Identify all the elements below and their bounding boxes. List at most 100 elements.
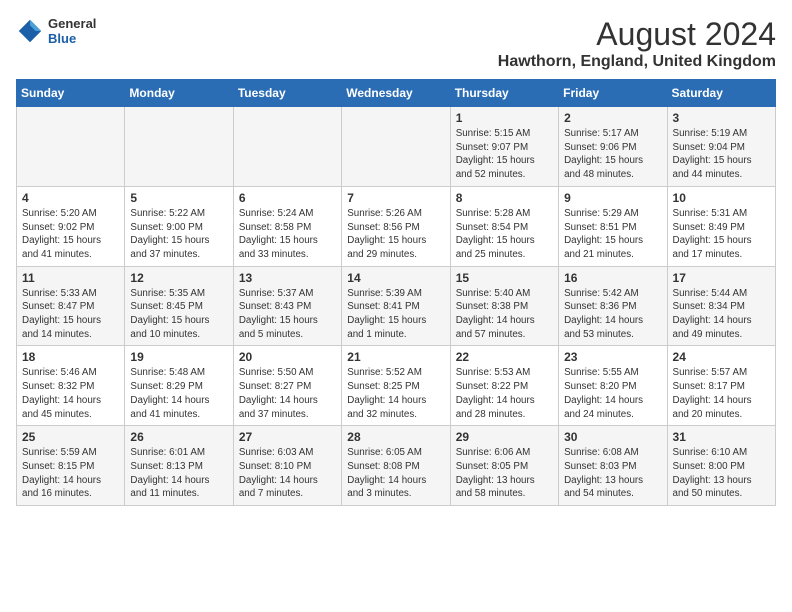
logo: General Blue bbox=[16, 16, 96, 46]
day-info: Sunrise: 6:08 AM Sunset: 8:03 PM Dayligh… bbox=[564, 446, 661, 501]
day-info: Sunrise: 5:35 AM Sunset: 8:45 PM Dayligh… bbox=[130, 287, 227, 342]
calendar-cell: 2 Sunrise: 5:17 AM Sunset: 9:06 PM Daylig… bbox=[559, 107, 667, 187]
day-number: 26 bbox=[130, 430, 227, 444]
day-number: 14 bbox=[347, 271, 444, 285]
calendar-week-3: 11 Sunrise: 5:33 AM Sunset: 8:47 PM Dayli… bbox=[17, 266, 776, 346]
day-number: 13 bbox=[239, 271, 336, 285]
calendar-cell: 17 Sunrise: 5:44 AM Sunset: 8:34 PM Dayli… bbox=[667, 266, 775, 346]
page-header: General Blue August 2024 Hawthorn, Engla… bbox=[16, 16, 776, 71]
day-info: Sunrise: 5:42 AM Sunset: 8:36 PM Dayligh… bbox=[564, 287, 661, 342]
calendar-cell: 1 Sunrise: 5:15 AM Sunset: 9:07 PM Daylig… bbox=[450, 107, 558, 187]
calendar-cell: 10 Sunrise: 5:31 AM Sunset: 8:49 PM Dayli… bbox=[667, 186, 775, 266]
calendar-cell: 6 Sunrise: 5:24 AM Sunset: 8:58 PM Daylig… bbox=[233, 186, 341, 266]
calendar-cell: 5 Sunrise: 5:22 AM Sunset: 9:00 PM Daylig… bbox=[125, 186, 233, 266]
day-info: Sunrise: 5:37 AM Sunset: 8:43 PM Dayligh… bbox=[239, 287, 336, 342]
day-info: Sunrise: 5:17 AM Sunset: 9:06 PM Dayligh… bbox=[564, 127, 661, 182]
day-number: 18 bbox=[22, 350, 119, 364]
calendar-cell: 8 Sunrise: 5:28 AM Sunset: 8:54 PM Daylig… bbox=[450, 186, 558, 266]
logo-general-text: General bbox=[48, 16, 96, 31]
day-info: Sunrise: 5:48 AM Sunset: 8:29 PM Dayligh… bbox=[130, 366, 227, 421]
calendar-cell bbox=[125, 107, 233, 187]
header-cell-tuesday: Tuesday bbox=[233, 80, 341, 107]
calendar-cell: 30 Sunrise: 6:08 AM Sunset: 8:03 PM Dayli… bbox=[559, 426, 667, 506]
day-number: 2 bbox=[564, 111, 661, 125]
calendar-cell: 3 Sunrise: 5:19 AM Sunset: 9:04 PM Daylig… bbox=[667, 107, 775, 187]
calendar-week-5: 25Sunrise: 5:59 AM Sunset: 8:15 PM Dayli… bbox=[17, 426, 776, 506]
day-number: 11 bbox=[22, 271, 119, 285]
day-number: 22 bbox=[456, 350, 553, 364]
calendar-week-1: 1 Sunrise: 5:15 AM Sunset: 9:07 PM Daylig… bbox=[17, 107, 776, 187]
day-number: 29 bbox=[456, 430, 553, 444]
day-info: Sunrise: 5:20 AM Sunset: 9:02 PM Dayligh… bbox=[22, 207, 119, 262]
day-info: Sunrise: 5:57 AM Sunset: 8:17 PM Dayligh… bbox=[673, 366, 770, 421]
calendar-cell: 20 Sunrise: 5:50 AM Sunset: 8:27 PM Dayli… bbox=[233, 346, 341, 426]
header-row: SundayMondayTuesdayWednesdayThursdayFrid… bbox=[17, 80, 776, 107]
day-number: 12 bbox=[130, 271, 227, 285]
day-info: Sunrise: 5:19 AM Sunset: 9:04 PM Dayligh… bbox=[673, 127, 770, 182]
day-info: Sunrise: 6:05 AM Sunset: 8:08 PM Dayligh… bbox=[347, 446, 444, 501]
calendar-cell: 14Sunrise: 5:39 AM Sunset: 8:41 PM Dayli… bbox=[342, 266, 450, 346]
day-info: Sunrise: 5:46 AM Sunset: 8:32 PM Dayligh… bbox=[22, 366, 119, 421]
day-info: Sunrise: 5:24 AM Sunset: 8:58 PM Dayligh… bbox=[239, 207, 336, 262]
day-number: 16 bbox=[564, 271, 661, 285]
main-title: August 2024 bbox=[498, 16, 776, 53]
day-number: 1 bbox=[456, 111, 553, 125]
calendar-header: SundayMondayTuesdayWednesdayThursdayFrid… bbox=[17, 80, 776, 107]
day-info: Sunrise: 5:15 AM Sunset: 9:07 PM Dayligh… bbox=[456, 127, 553, 182]
calendar-cell: 26Sunrise: 6:01 AM Sunset: 8:13 PM Dayli… bbox=[125, 426, 233, 506]
calendar-cell: 19 Sunrise: 5:48 AM Sunset: 8:29 PM Dayli… bbox=[125, 346, 233, 426]
day-info: Sunrise: 5:44 AM Sunset: 8:34 PM Dayligh… bbox=[673, 287, 770, 342]
day-number: 5 bbox=[130, 191, 227, 205]
day-number: 20 bbox=[239, 350, 336, 364]
calendar-cell: 4Sunrise: 5:20 AM Sunset: 9:02 PM Daylig… bbox=[17, 186, 125, 266]
calendar-cell: 24 Sunrise: 5:57 AM Sunset: 8:17 PM Dayli… bbox=[667, 346, 775, 426]
calendar-cell: 16 Sunrise: 5:42 AM Sunset: 8:36 PM Dayli… bbox=[559, 266, 667, 346]
calendar-cell: 27Sunrise: 6:03 AM Sunset: 8:10 PM Dayli… bbox=[233, 426, 341, 506]
day-info: Sunrise: 5:29 AM Sunset: 8:51 PM Dayligh… bbox=[564, 207, 661, 262]
header-cell-saturday: Saturday bbox=[667, 80, 775, 107]
calendar-cell: 23Sunrise: 5:55 AM Sunset: 8:20 PM Dayli… bbox=[559, 346, 667, 426]
day-info: Sunrise: 5:22 AM Sunset: 9:00 PM Dayligh… bbox=[130, 207, 227, 262]
day-number: 15 bbox=[456, 271, 553, 285]
header-cell-sunday: Sunday bbox=[17, 80, 125, 107]
header-cell-wednesday: Wednesday bbox=[342, 80, 450, 107]
logo-icon bbox=[16, 17, 44, 45]
calendar-cell: 28Sunrise: 6:05 AM Sunset: 8:08 PM Dayli… bbox=[342, 426, 450, 506]
day-number: 19 bbox=[130, 350, 227, 364]
day-info: Sunrise: 6:10 AM Sunset: 8:00 PM Dayligh… bbox=[673, 446, 770, 501]
day-number: 3 bbox=[673, 111, 770, 125]
day-info: Sunrise: 5:31 AM Sunset: 8:49 PM Dayligh… bbox=[673, 207, 770, 262]
day-number: 6 bbox=[239, 191, 336, 205]
logo-blue-text: Blue bbox=[48, 31, 96, 46]
day-number: 24 bbox=[673, 350, 770, 364]
day-info: Sunrise: 6:06 AM Sunset: 8:05 PM Dayligh… bbox=[456, 446, 553, 501]
day-number: 30 bbox=[564, 430, 661, 444]
calendar-cell: 31 Sunrise: 6:10 AM Sunset: 8:00 PM Dayli… bbox=[667, 426, 775, 506]
day-info: Sunrise: 5:50 AM Sunset: 8:27 PM Dayligh… bbox=[239, 366, 336, 421]
day-info: Sunrise: 5:26 AM Sunset: 8:56 PM Dayligh… bbox=[347, 207, 444, 262]
calendar-cell: 15Sunrise: 5:40 AM Sunset: 8:38 PM Dayli… bbox=[450, 266, 558, 346]
day-info: Sunrise: 6:03 AM Sunset: 8:10 PM Dayligh… bbox=[239, 446, 336, 501]
day-number: 25 bbox=[22, 430, 119, 444]
calendar-cell: 25Sunrise: 5:59 AM Sunset: 8:15 PM Dayli… bbox=[17, 426, 125, 506]
calendar-week-4: 18 Sunrise: 5:46 AM Sunset: 8:32 PM Dayli… bbox=[17, 346, 776, 426]
day-info: Sunrise: 5:33 AM Sunset: 8:47 PM Dayligh… bbox=[22, 287, 119, 342]
day-info: Sunrise: 5:52 AM Sunset: 8:25 PM Dayligh… bbox=[347, 366, 444, 421]
header-cell-thursday: Thursday bbox=[450, 80, 558, 107]
calendar-cell bbox=[233, 107, 341, 187]
calendar-cell: 22 Sunrise: 5:53 AM Sunset: 8:22 PM Dayli… bbox=[450, 346, 558, 426]
calendar-cell: 9Sunrise: 5:29 AM Sunset: 8:51 PM Daylig… bbox=[559, 186, 667, 266]
calendar-cell: 7Sunrise: 5:26 AM Sunset: 8:56 PM Daylig… bbox=[342, 186, 450, 266]
header-cell-friday: Friday bbox=[559, 80, 667, 107]
day-number: 8 bbox=[456, 191, 553, 205]
day-info: Sunrise: 5:28 AM Sunset: 8:54 PM Dayligh… bbox=[456, 207, 553, 262]
day-info: Sunrise: 5:55 AM Sunset: 8:20 PM Dayligh… bbox=[564, 366, 661, 421]
calendar-cell bbox=[342, 107, 450, 187]
day-info: Sunrise: 5:53 AM Sunset: 8:22 PM Dayligh… bbox=[456, 366, 553, 421]
day-number: 10 bbox=[673, 191, 770, 205]
calendar-body: 1 Sunrise: 5:15 AM Sunset: 9:07 PM Daylig… bbox=[17, 107, 776, 506]
day-number: 17 bbox=[673, 271, 770, 285]
day-number: 31 bbox=[673, 430, 770, 444]
calendar-table: SundayMondayTuesdayWednesdayThursdayFrid… bbox=[16, 79, 776, 506]
logo-text: General Blue bbox=[48, 16, 96, 46]
